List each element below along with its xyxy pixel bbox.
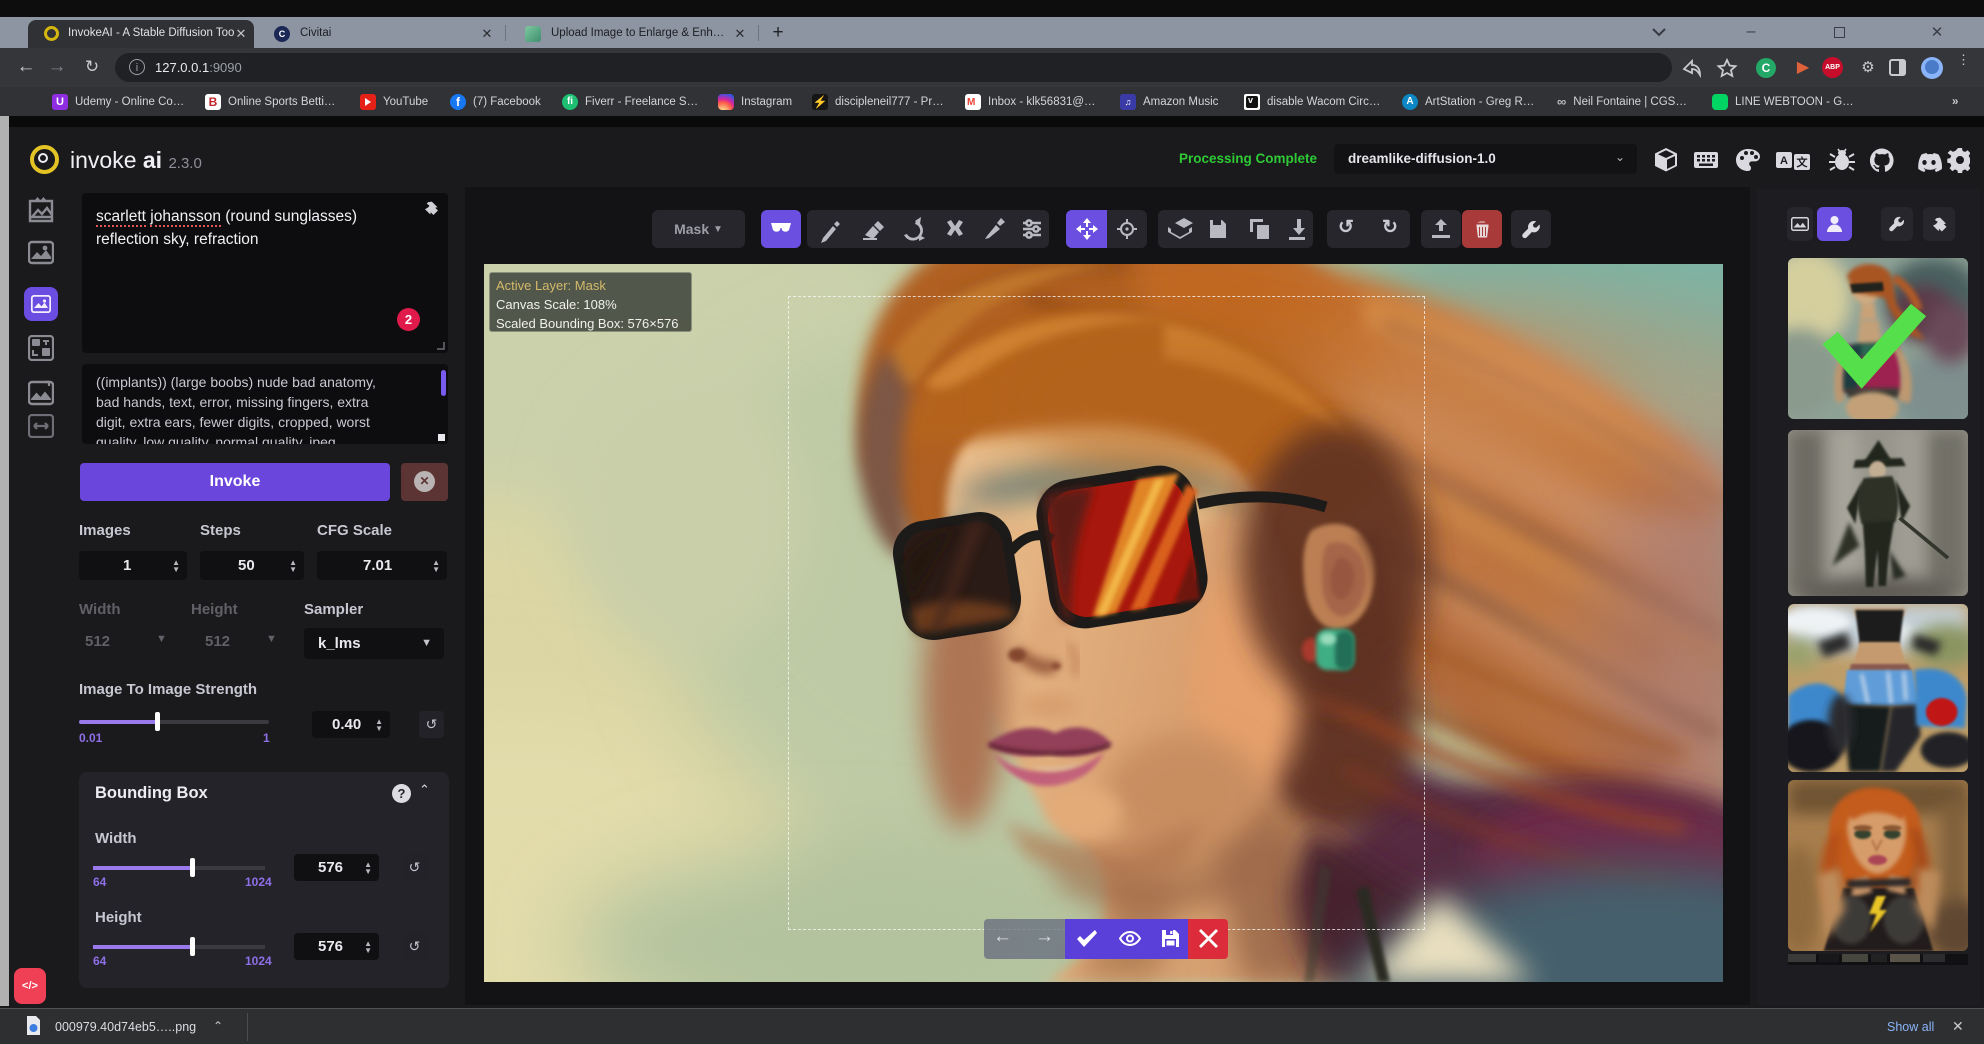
svg-text:文: 文 [1797, 155, 1809, 169]
svg-text:A: A [1780, 155, 1788, 167]
